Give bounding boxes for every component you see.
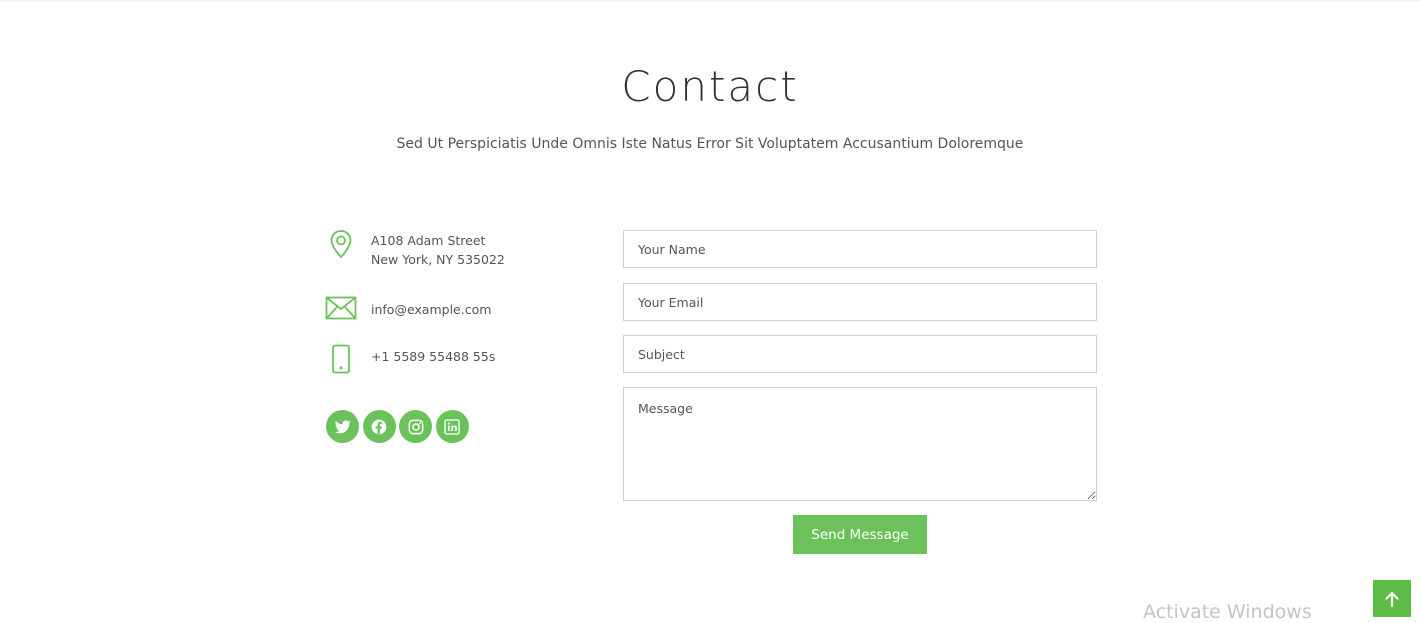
address-line-1: A108 Adam Street (371, 233, 486, 248)
social-links (326, 410, 472, 443)
activate-windows-watermark: Activate Windows (1143, 601, 1312, 623)
map-pin-icon (324, 229, 358, 259)
message-field[interactable] (623, 387, 1097, 501)
page-title: Contact (621, 62, 799, 111)
back-to-top-button[interactable] (1373, 580, 1411, 617)
email-field[interactable] (623, 283, 1097, 321)
envelope-icon (324, 296, 358, 320)
subject-field[interactable] (623, 335, 1097, 373)
email-row: info@example.com (324, 296, 491, 320)
phone-row: +1 5589 55488 55s (324, 344, 495, 374)
page-subtitle: Sed Ut Perspiciatis Unde Omnis Iste Natu… (396, 136, 1024, 152)
address-row: A108 Adam Street New York, NY 535022 (324, 229, 505, 269)
email-text[interactable]: info@example.com (371, 300, 491, 319)
phone-text[interactable]: +1 5589 55488 55s (371, 347, 495, 366)
instagram-icon[interactable] (399, 410, 432, 443)
arrow-up-icon (1385, 591, 1399, 607)
address-line-2: New York, NY 535022 (371, 252, 505, 267)
facebook-icon[interactable] (362, 410, 396, 443)
send-message-button[interactable]: Send Message (793, 515, 927, 554)
twitter-icon[interactable] (326, 410, 359, 443)
top-divider (0, 0, 1420, 2)
linkedin-icon[interactable] (435, 410, 469, 443)
name-field[interactable] (623, 230, 1097, 268)
phone-icon (324, 344, 358, 374)
